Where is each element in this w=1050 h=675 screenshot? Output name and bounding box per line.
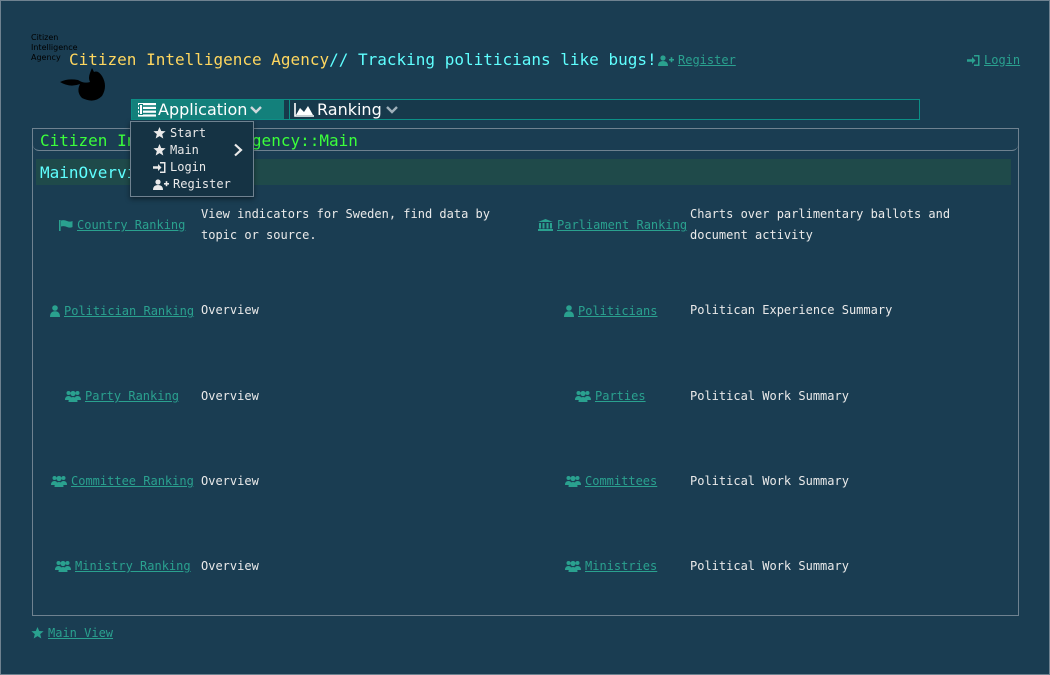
ministry-ranking-label: Ministry Ranking xyxy=(75,559,191,573)
register-link[interactable]: Register xyxy=(658,53,736,67)
user-plus-icon xyxy=(153,178,169,190)
country-ranking-label: Country Ranking xyxy=(77,218,186,232)
politicians-label: Politicians xyxy=(578,304,658,318)
menu-item-start[interactable]: Start xyxy=(153,125,206,141)
politicians-desc: Politican Experience Summary xyxy=(690,303,893,317)
main-view-link[interactable]: Main View xyxy=(31,626,113,640)
star-icon xyxy=(31,627,44,639)
group-icon xyxy=(51,475,67,487)
politician-ranking-desc: Overview xyxy=(201,303,259,317)
register-label: Register xyxy=(678,53,736,67)
group-icon xyxy=(65,390,81,402)
parliament-ranking-desc: Charts over parlimentary ballots and doc… xyxy=(690,207,951,242)
ministry-ranking-desc: Overview xyxy=(201,559,259,573)
group-icon xyxy=(55,560,71,572)
parties-link[interactable]: Parties xyxy=(575,389,646,403)
country-ranking-link[interactable]: Country Ranking xyxy=(59,218,185,232)
menu-item-register-label: Register xyxy=(173,177,231,191)
star-icon xyxy=(153,144,166,156)
ministries-link[interactable]: Ministries xyxy=(565,559,657,573)
menu-application-label: Application xyxy=(158,100,248,119)
user-icon xyxy=(564,305,574,317)
party-ranking-desc: Overview xyxy=(201,389,259,403)
menu-item-main[interactable]: Main xyxy=(153,142,199,158)
menu-item-login[interactable]: Login xyxy=(153,159,206,175)
logo-bug-icon xyxy=(60,68,105,101)
committee-ranking-desc: Overview xyxy=(201,474,259,488)
app-title-tagline: // Tracking politicians like bugs! xyxy=(329,50,657,69)
committees-label: Committees xyxy=(585,474,658,488)
parliament-ranking-link[interactable]: Parliament Ranking xyxy=(538,218,687,232)
ministries-label: Ministries xyxy=(585,559,658,573)
menu-ranking-label: Ranking xyxy=(317,100,382,119)
main-panel: Citizen Intelligence Agency::Main MainOv… xyxy=(32,128,1019,616)
chevron-down-icon xyxy=(385,105,398,114)
menu-ranking[interactable]: Ranking xyxy=(289,100,399,119)
parties-desc: Political Work Summary xyxy=(690,389,849,403)
app-title: Citizen Intelligence Agency// Tracking p… xyxy=(69,50,657,69)
committees-link[interactable]: Committees xyxy=(565,474,657,488)
group-icon xyxy=(575,390,591,402)
area-chart-icon xyxy=(294,102,314,117)
menu-application[interactable]: Application xyxy=(132,100,284,119)
sign-in-icon xyxy=(153,161,166,173)
politician-ranking-label: Politician Ranking xyxy=(64,304,195,318)
institution-icon xyxy=(538,219,553,231)
menu-item-register[interactable]: Register xyxy=(153,176,231,192)
politicians-link[interactable]: Politicians xyxy=(564,304,657,318)
party-ranking-label: Party Ranking xyxy=(85,389,179,403)
user-plus-icon xyxy=(658,54,674,66)
list-icon xyxy=(138,102,156,117)
chevron-right-icon[interactable] xyxy=(233,143,243,157)
party-ranking-link[interactable]: Party Ranking xyxy=(65,389,179,403)
group-icon xyxy=(565,560,581,572)
parties-label: Parties xyxy=(595,389,646,403)
menu-item-start-label: Start xyxy=(170,126,207,140)
ministry-ranking-link[interactable]: Ministry Ranking xyxy=(55,559,191,573)
chevron-down-icon xyxy=(250,105,263,114)
flag-icon xyxy=(59,219,73,231)
committee-ranking-label: Committee Ranking xyxy=(71,474,194,488)
application-dropdown-menu: Start Main Login Register xyxy=(130,121,254,197)
group-icon xyxy=(565,475,581,487)
committees-desc: Political Work Summary xyxy=(690,474,849,488)
login-label: Login xyxy=(984,53,1021,67)
login-link[interactable]: Login xyxy=(967,53,1020,67)
app-title-main: Citizen Intelligence Agency xyxy=(69,50,330,69)
star-icon xyxy=(153,127,166,139)
politician-ranking-link[interactable]: Politician Ranking xyxy=(50,304,194,318)
parliament-ranking-label: Parliament Ranking xyxy=(557,218,688,232)
menu-item-login-label: Login xyxy=(170,160,207,174)
committee-ranking-link[interactable]: Committee Ranking xyxy=(51,474,194,488)
country-ranking-desc: View indicators for Sweden, find data by… xyxy=(201,207,490,242)
main-view-label: Main View xyxy=(48,626,114,640)
menubar: Application Ranking xyxy=(131,99,920,120)
menu-item-main-label: Main xyxy=(170,143,199,157)
ministries-desc: Political Work Summary xyxy=(690,559,849,573)
sign-in-icon xyxy=(967,54,980,66)
user-icon xyxy=(50,305,60,317)
